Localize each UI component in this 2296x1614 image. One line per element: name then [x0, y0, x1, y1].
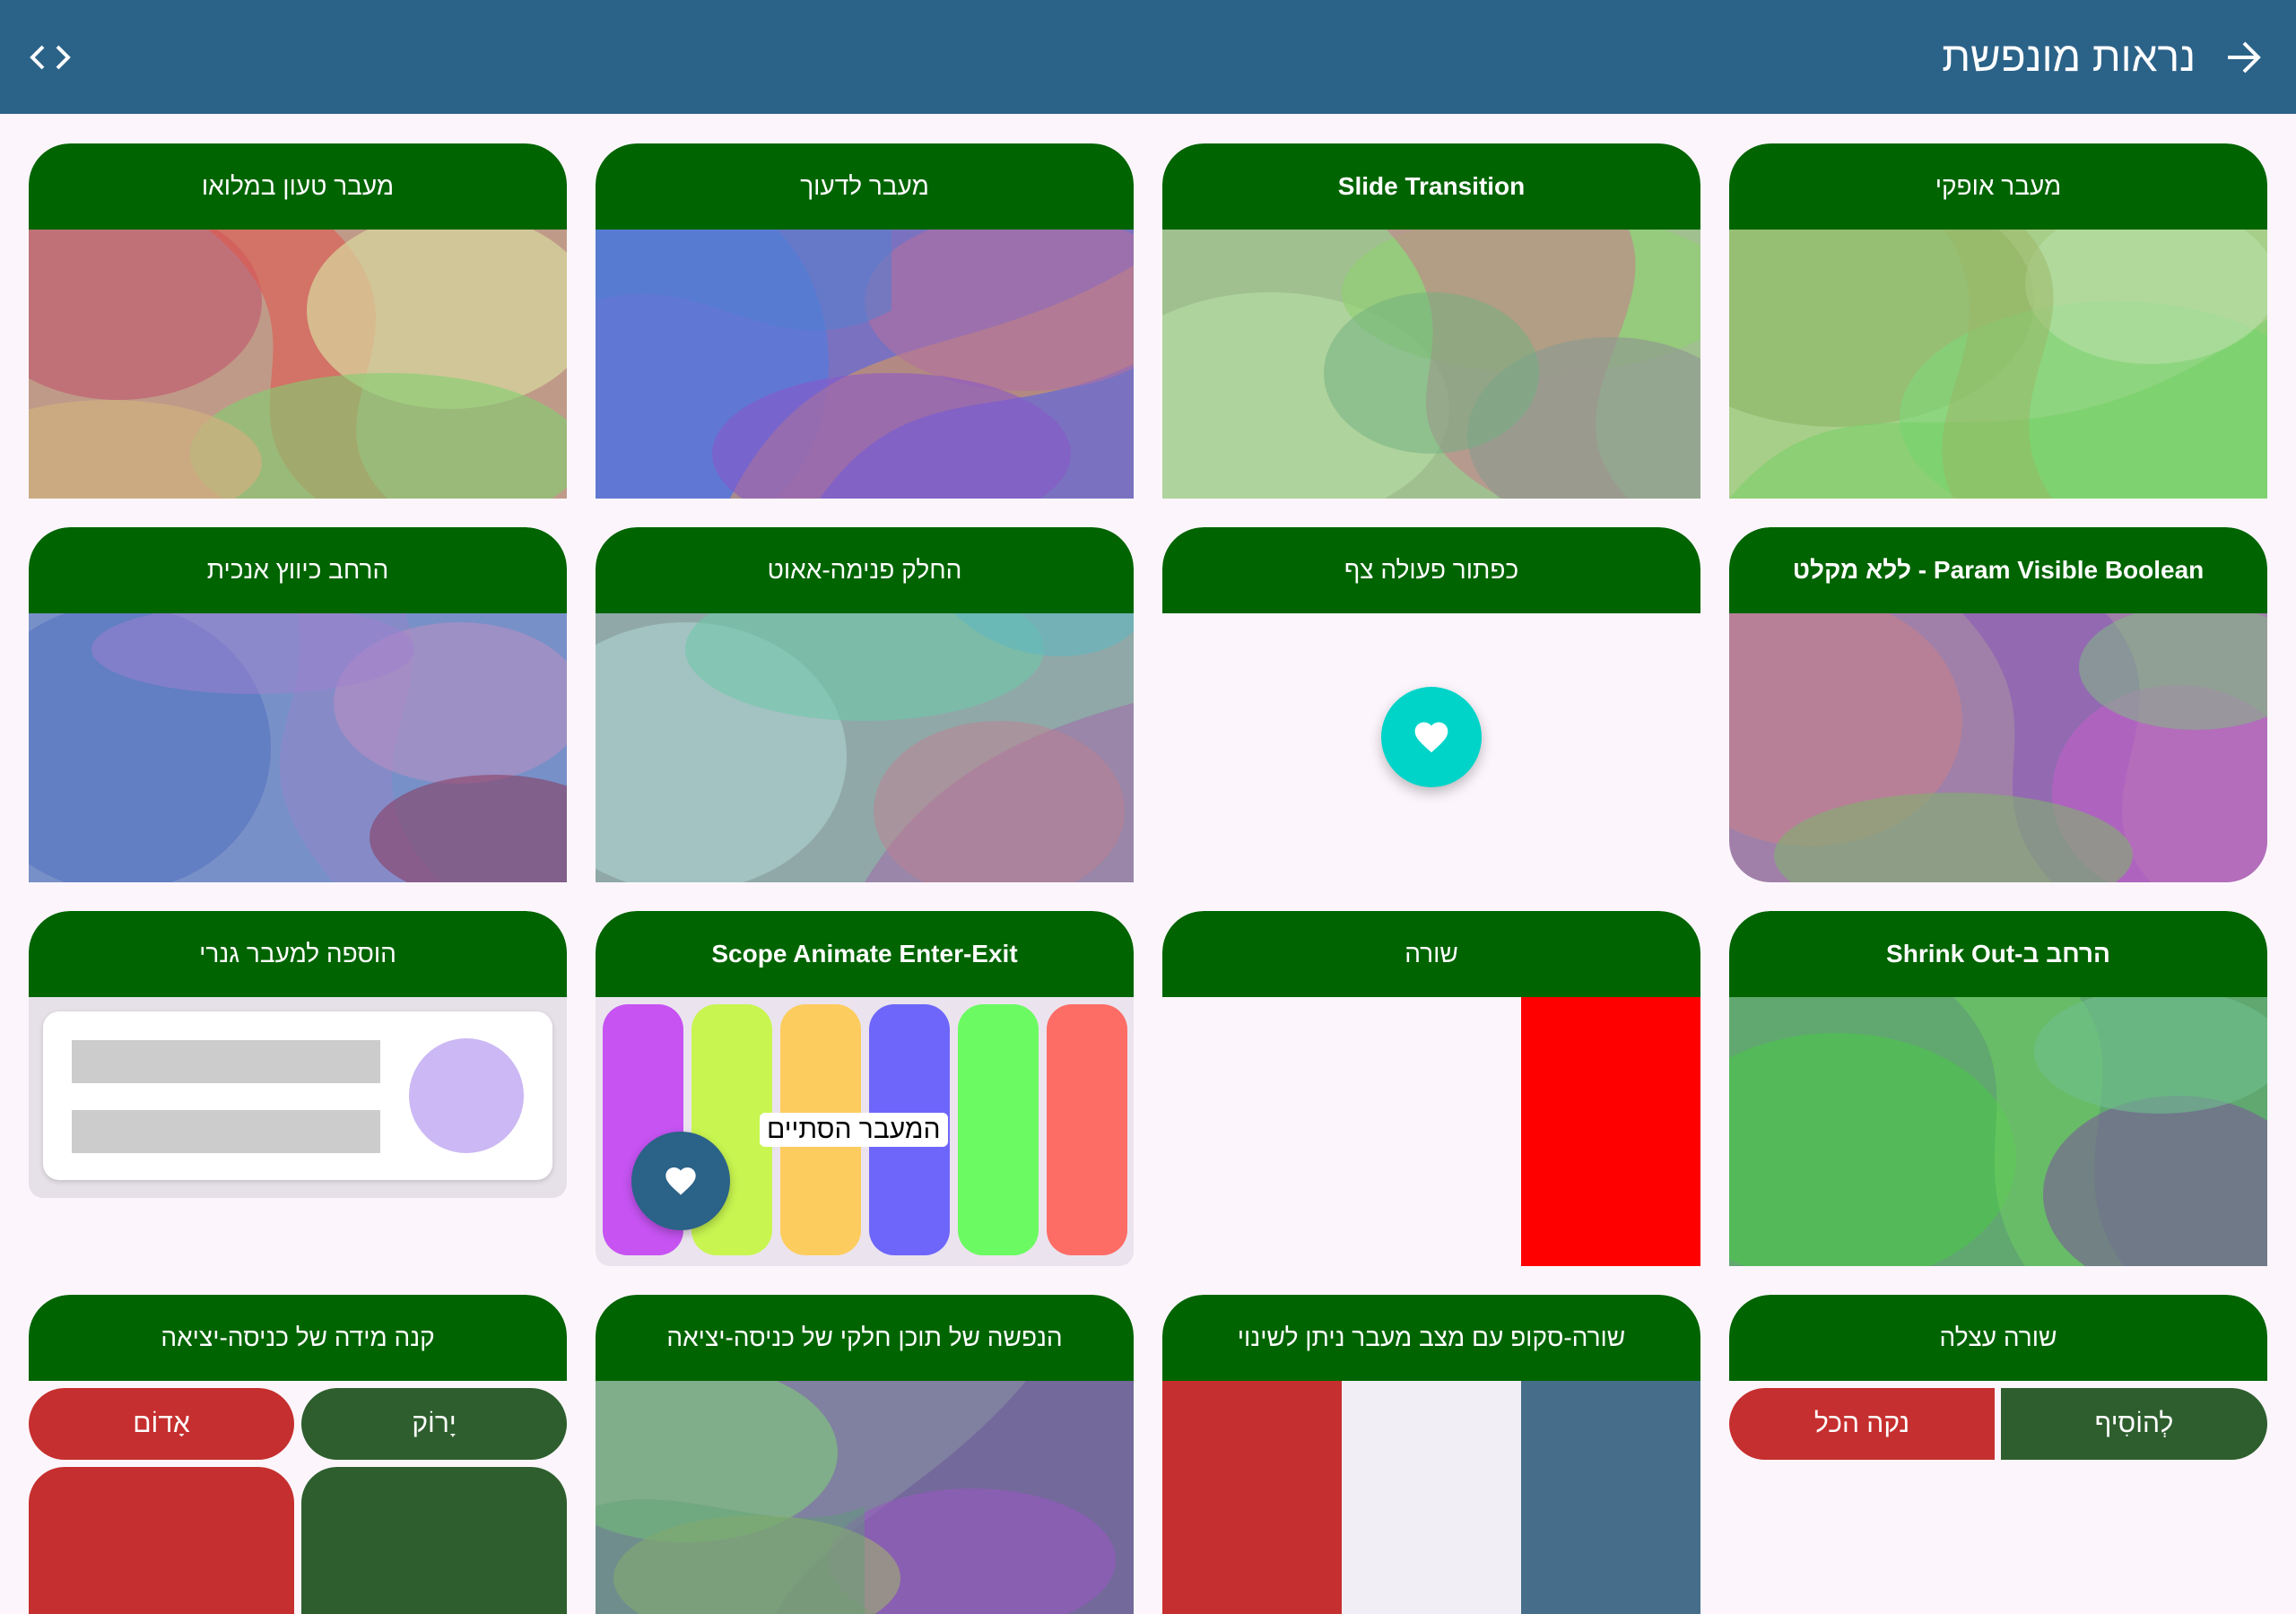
card-slide-in-out[interactable]: החלק פנימה-אאוט	[596, 527, 1134, 882]
abstract-art-image	[1729, 997, 2267, 1266]
card-scope-row-mutable-transition[interactable]: שורה-סקופ עם מצב מעבר ניתן לשינוי	[1162, 1295, 1700, 1614]
card-title: הנפשה של תוכן חלקי של כניסה-יציאה	[596, 1295, 1134, 1381]
abstract-art-image	[596, 1381, 1134, 1614]
color-column	[958, 1004, 1039, 1255]
card-horizontal-transition[interactable]: מעבר אופקי	[1729, 143, 2267, 499]
abstract-art-image	[29, 613, 567, 882]
card-param-visible-boolean[interactable]: Param Visible Boolean - ללא מקלט	[1729, 527, 2267, 882]
card-title: הרחב ב-Shrink Out	[1729, 911, 2267, 997]
abstract-art-image	[1729, 613, 2267, 882]
placeholder-line	[72, 1110, 380, 1153]
add-button[interactable]: לְהוֹסִיף	[2001, 1388, 2267, 1460]
red-panel	[1162, 1381, 1342, 1614]
abstract-art-image	[1162, 230, 1700, 499]
card-title: מעבר אופקי	[1729, 143, 2267, 230]
card-title: שורה	[1162, 911, 1700, 997]
white-panel	[1342, 1381, 1521, 1614]
red-box	[29, 1467, 294, 1614]
card-scale-enter-exit[interactable]: קנה מידה של כניסה-יציאה יָרוֹק אָדוֹם	[29, 1295, 567, 1614]
card-slide-transition[interactable]: Slide Transition	[1162, 143, 1700, 499]
card-title: הוספה למעבר גנרי	[29, 911, 567, 997]
card-floating-action-button[interactable]: כפתור פעולה צף	[1162, 527, 1700, 882]
card-fully-loaded-transition[interactable]: מעבר טעון במלואו	[29, 143, 567, 499]
card-partial-content-enter-exit[interactable]: הנפשה של תוכן חלקי של כניסה-יציאה	[596, 1295, 1134, 1614]
card-shrink-out[interactable]: הרחב ב-Shrink Out	[1729, 911, 2267, 1266]
card-title: החלק פנימה-אאוט	[596, 527, 1134, 613]
blue-panel	[1521, 1381, 1700, 1614]
card-title: Scope Animate Enter-Exit	[596, 911, 1134, 997]
card-title: קנה מידה של כניסה-יציאה	[29, 1295, 567, 1381]
avatar	[409, 1038, 524, 1153]
heart-icon	[1414, 722, 1448, 753]
card-title: כפתור פעולה צף	[1162, 527, 1700, 613]
card-title: מעבר טעון במלואו	[29, 143, 567, 230]
card-row[interactable]: שורה	[1162, 911, 1700, 1266]
favorite-fab[interactable]	[631, 1132, 730, 1230]
card-title: שורה-סקופ עם מצב מעבר ניתן לשינוי	[1162, 1295, 1700, 1381]
green-box	[301, 1467, 567, 1614]
card-title: מעבר לדעוך	[596, 143, 1134, 230]
red-box	[1521, 997, 1700, 1266]
heart-icon	[665, 1167, 696, 1195]
card-title: Param Visible Boolean - ללא מקלט	[1729, 527, 2267, 613]
color-column	[1047, 1004, 1127, 1255]
clear-all-button[interactable]: נקה הכל	[1729, 1388, 1995, 1460]
card-title: הרחב כיווץ אנכית	[29, 527, 567, 613]
transition-label: המעבר הסתיים	[760, 1113, 948, 1147]
card-fade-transition[interactable]: מעבר לדעוך	[596, 143, 1134, 499]
abstract-art-image	[596, 230, 1134, 499]
card-generic-transition-add[interactable]: הוספה למעבר גנרי	[29, 911, 567, 1198]
card-title: שורה עצלה	[1729, 1295, 2267, 1381]
placeholder-line	[72, 1040, 380, 1083]
abstract-art-image	[1729, 230, 2267, 499]
green-button[interactable]: יָרוֹק	[301, 1388, 567, 1460]
placeholder-list-item	[43, 1011, 552, 1180]
card-scope-animate-enter-exit[interactable]: Scope Animate Enter-Exit המעבר הסתיים	[596, 911, 1134, 1266]
demo-grid: מעבר אופקי Slide Transition מעבר לדעוך מ…	[0, 0, 2296, 1614]
card-expand-shrink-vertical[interactable]: הרחב כיווץ אנכית	[29, 527, 567, 882]
card-title: Slide Transition	[1162, 143, 1700, 230]
abstract-art-image	[596, 613, 1134, 882]
card-lazy-row[interactable]: שורה עצלה לְהוֹסִיף נקה הכל	[1729, 1295, 2267, 1614]
abstract-art-image	[29, 230, 567, 499]
favorite-fab[interactable]	[1381, 687, 1482, 787]
red-button[interactable]: אָדוֹם	[29, 1388, 294, 1460]
